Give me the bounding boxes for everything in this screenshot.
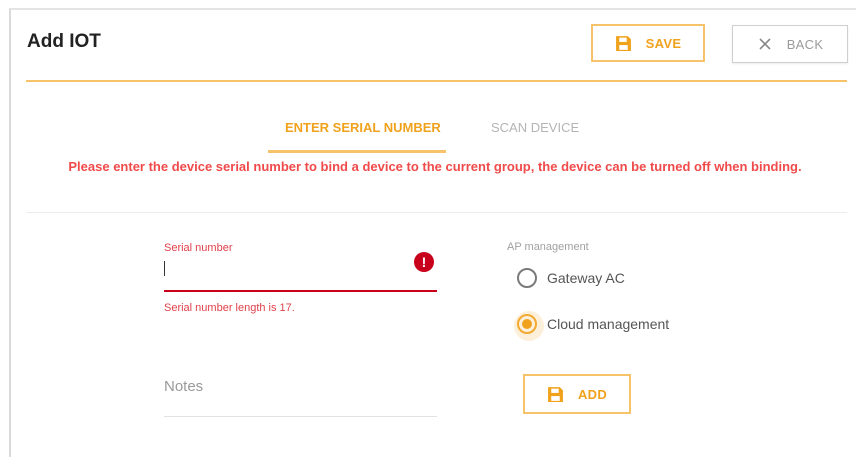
radio-label: Cloud management <box>547 316 670 332</box>
back-button[interactable]: BACK <box>732 25 848 63</box>
radio-focus-halo <box>514 311 544 341</box>
add-button-label: ADD <box>577 386 608 402</box>
save-icon <box>548 386 563 402</box>
radio-button[interactable] <box>517 268 537 288</box>
notes-field[interactable]: Notes <box>164 378 203 395</box>
dialog <box>9 8 856 457</box>
tab-scan-device[interactable]: SCAN DEVICE <box>491 120 579 135</box>
active-tab-indicator <box>268 150 446 153</box>
radio-label: Gateway AC <box>547 270 625 286</box>
bind-notice: Please enter the device serial number to… <box>68 159 802 174</box>
back-button-label: BACK <box>786 36 824 52</box>
save-button-label: SAVE <box>645 35 682 51</box>
close-icon <box>759 38 771 50</box>
ap-management-label: AP management <box>507 241 589 253</box>
radio-cloud-management[interactable]: Cloud management <box>514 311 670 341</box>
error-icon: ! <box>414 252 434 272</box>
save-button[interactable]: SAVE <box>591 24 705 62</box>
tab-enter-serial-number[interactable]: ENTER SERIAL NUMBER <box>285 120 441 135</box>
serial-number-input[interactable] <box>164 261 165 276</box>
header-divider <box>26 80 847 82</box>
add-button[interactable]: ADD <box>523 374 631 414</box>
notes-underline <box>164 416 437 417</box>
serial-number-underline <box>164 290 437 292</box>
radio-button-selected[interactable] <box>514 311 544 341</box>
radio-gateway-ac[interactable]: Gateway AC <box>517 268 625 288</box>
save-icon <box>615 35 631 51</box>
page-title: Add IOT <box>27 31 101 52</box>
serial-number-error: Serial number length is 17. <box>164 302 295 314</box>
serial-number-label: Serial number <box>164 242 233 254</box>
section-divider <box>26 212 847 213</box>
